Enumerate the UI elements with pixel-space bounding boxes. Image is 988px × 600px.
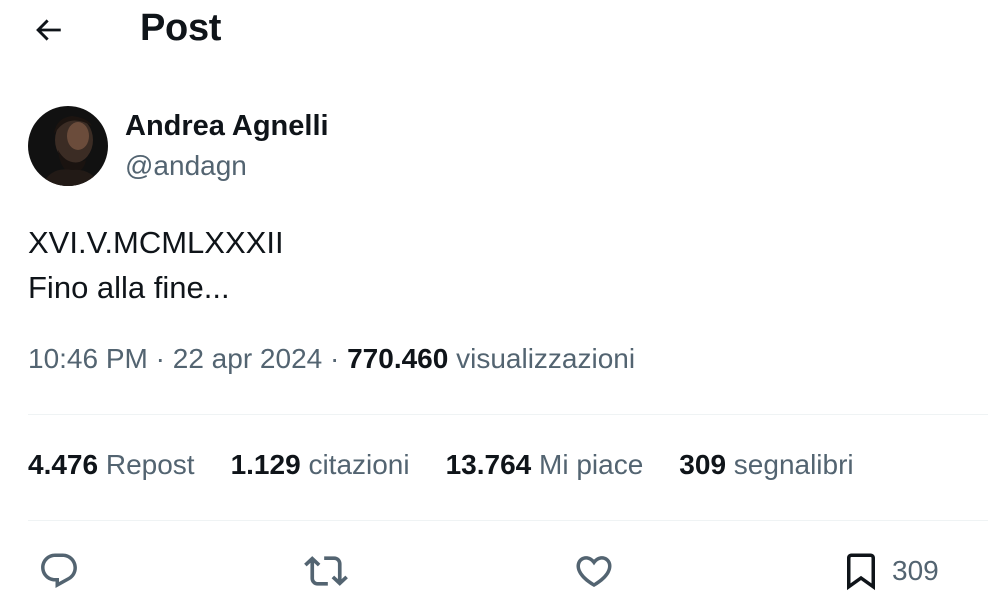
heart-icon: [576, 556, 612, 588]
header: Post: [0, 0, 988, 62]
bookmark-button[interactable]: 309: [840, 545, 939, 597]
meta-separator: ·: [330, 343, 340, 374]
back-button[interactable]: [28, 10, 68, 50]
page-title: Post: [140, 7, 222, 49]
post-line: Fino alla fine...: [28, 270, 230, 305]
stat-label: segnalibri: [733, 449, 854, 480]
post-time: 10:46 PM: [28, 343, 148, 374]
repost-icon: [304, 556, 348, 586]
like-button[interactable]: [573, 545, 615, 597]
stat-count: 13.764: [445, 449, 532, 480]
repost-button[interactable]: [304, 545, 348, 597]
stat-label: citazioni: [308, 449, 410, 480]
stat-count: 4.476: [28, 449, 99, 480]
divider: [28, 414, 988, 415]
reply-icon: [41, 553, 77, 588]
stat-quotes[interactable]: 1.129 citazioni: [231, 449, 410, 481]
bookmark-count: 309: [892, 555, 939, 586]
avatar-image: [28, 106, 108, 186]
engagement-stats: 4.476 Repost 1.129 citazioni 13.764 Mi pia…: [28, 449, 890, 481]
bookmark-icon: [847, 553, 875, 591]
stat-count: 1.129: [230, 449, 301, 480]
reply-button[interactable]: [38, 545, 80, 597]
stat-bookmarks[interactable]: 309 segnalibri: [679, 449, 853, 481]
post-date: 22 apr 2024: [172, 343, 323, 374]
arrow-left-icon: [36, 19, 61, 41]
views-label: visualizzazioni: [456, 343, 636, 374]
stat-count: 309: [679, 449, 727, 480]
stat-label: Repost: [105, 449, 195, 480]
meta-separator: ·: [155, 343, 165, 374]
stat-label: Mi piace: [539, 449, 644, 480]
divider: [28, 520, 988, 521]
author-name[interactable]: Andrea Agnelli: [125, 110, 329, 143]
post-time-link[interactable]: 10:46 PM · 22 apr 2024: [28, 343, 322, 374]
avatar[interactable]: [28, 106, 108, 186]
author-handle[interactable]: @andagn: [125, 150, 247, 182]
author-block: Andrea Agnelli @andagn: [28, 106, 628, 188]
action-bar: 309: [0, 545, 988, 597]
post-line: XVI.V.MCMLXXXII: [28, 225, 284, 260]
stat-likes[interactable]: 13.764 Mi piace: [446, 449, 644, 481]
post-meta: 10:46 PM · 22 apr 2024 · 770.460 visuali…: [28, 343, 635, 375]
post-text: XVI.V.MCMLXXXII Fino alla fine...: [28, 220, 284, 310]
views-count: 770.460: [347, 343, 449, 374]
stat-reposts[interactable]: 4.476 Repost: [28, 449, 195, 481]
